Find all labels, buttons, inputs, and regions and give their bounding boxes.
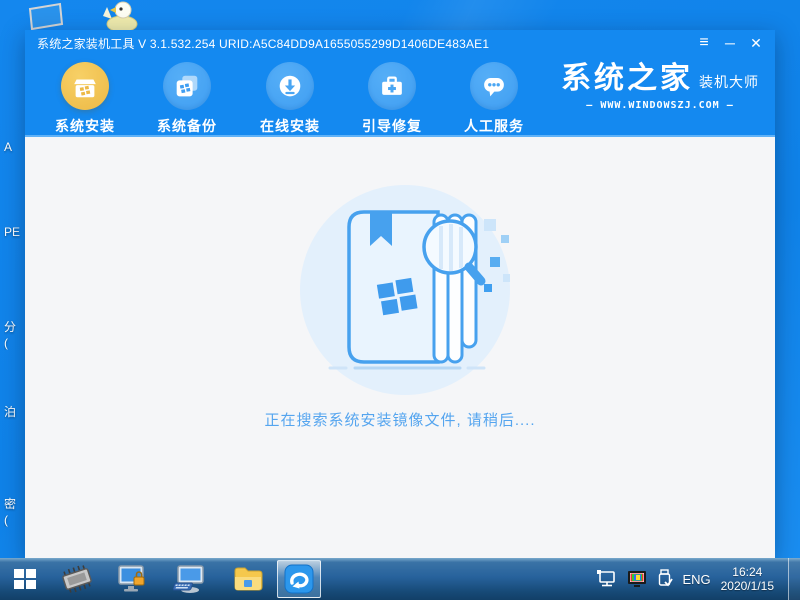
desktop-icon-label[interactable]: 泊	[4, 403, 24, 420]
desktop-icon-label[interactable]: (	[4, 336, 24, 350]
swirl-app-icon	[284, 564, 314, 594]
nav-label: 人工服务	[456, 116, 532, 136]
brand-badge: 装机大师	[699, 72, 759, 94]
backup-copies-icon	[163, 62, 211, 110]
chip-icon	[61, 564, 93, 594]
nav-item-system-backup[interactable]: 系统备份	[149, 62, 225, 136]
header-toolbar: 系统安装 系统备份	[25, 56, 775, 137]
folder-icon	[232, 565, 264, 593]
desktop-icon-label[interactable]: A	[4, 140, 24, 154]
brand-name: 系统之家	[561, 64, 693, 94]
nav-item-human-service[interactable]: 人工服务	[456, 62, 532, 136]
nav-item-online-install[interactable]: 在线安装	[252, 62, 328, 136]
nav-item-system-install[interactable]: 系统安装	[47, 62, 123, 136]
network-icon[interactable]	[596, 569, 618, 589]
system-tray: ENG 16:24 2020/1/15	[596, 558, 800, 600]
taskbar-app-file-explorer[interactable]	[231, 563, 265, 595]
brand-logo: 系统之家 装机大师 — WWW.WINDOWSZJ.COM —	[561, 64, 759, 111]
language-indicator[interactable]: ENG	[682, 572, 710, 587]
start-button[interactable]	[8, 563, 42, 595]
taskbar-app-remote-desktop[interactable]	[173, 563, 207, 595]
taskbar: ENG 16:24 2020/1/15	[0, 558, 800, 600]
nav-item-boot-repair[interactable]: 引导修复	[354, 62, 430, 136]
show-desktop-button[interactable]	[788, 558, 800, 600]
book-search-illustration	[300, 185, 510, 395]
title-bar[interactable]: 系统之家装机工具 V 3.1.532.254 URID:A5C84DD9A165…	[25, 30, 775, 56]
nav-label: 系统备份	[149, 116, 225, 136]
windows-logo-icon	[12, 566, 38, 592]
chat-bubble-icon	[470, 62, 518, 110]
taskbar-app-screen-lock[interactable]	[115, 563, 149, 595]
monitor-lock-icon	[116, 564, 148, 594]
nav-label: 在线安装	[252, 116, 328, 136]
repair-toolbox-icon	[368, 62, 416, 110]
clock-time: 16:24	[721, 565, 774, 579]
desktop-icon-label[interactable]: 密	[4, 495, 24, 512]
menu-button[interactable]: ≡	[691, 30, 717, 56]
taskbar-app-zhuangji-tool-active[interactable]	[277, 560, 321, 598]
clock[interactable]: 16:24 2020/1/15	[721, 565, 774, 593]
taskbar-app-chip[interactable]	[60, 563, 94, 595]
status-message: 正在搜索系统安装镜像文件, 请稍后....	[25, 409, 775, 430]
usb-safely-remove-icon[interactable]	[656, 569, 674, 589]
desktop-icon-label[interactable]: (	[4, 513, 24, 527]
desktop-icon-label[interactable]: PE	[4, 225, 24, 239]
download-circle-icon	[266, 62, 314, 110]
close-button[interactable]: ✕	[743, 30, 769, 56]
app-window: 系统之家装机工具 V 3.1.532.254 URID:A5C84DD9A165…	[25, 30, 775, 558]
install-box-icon	[61, 62, 109, 110]
main-content: 正在搜索系统安装镜像文件, 请稍后....	[25, 137, 775, 558]
display-color-icon[interactable]	[626, 569, 648, 589]
nav-label: 系统安装	[47, 116, 123, 136]
brand-website: — WWW.WINDOWSZJ.COM —	[561, 100, 759, 111]
minimize-button[interactable]: ─	[717, 30, 743, 56]
clock-date: 2020/1/15	[721, 579, 774, 593]
nav-label: 引导修复	[354, 116, 430, 136]
window-title: 系统之家装机工具 V 3.1.532.254 URID:A5C84DD9A165…	[25, 35, 489, 52]
desktop-icon-label[interactable]: 分	[4, 318, 24, 335]
monitor-keyboard-icon	[173, 564, 207, 594]
